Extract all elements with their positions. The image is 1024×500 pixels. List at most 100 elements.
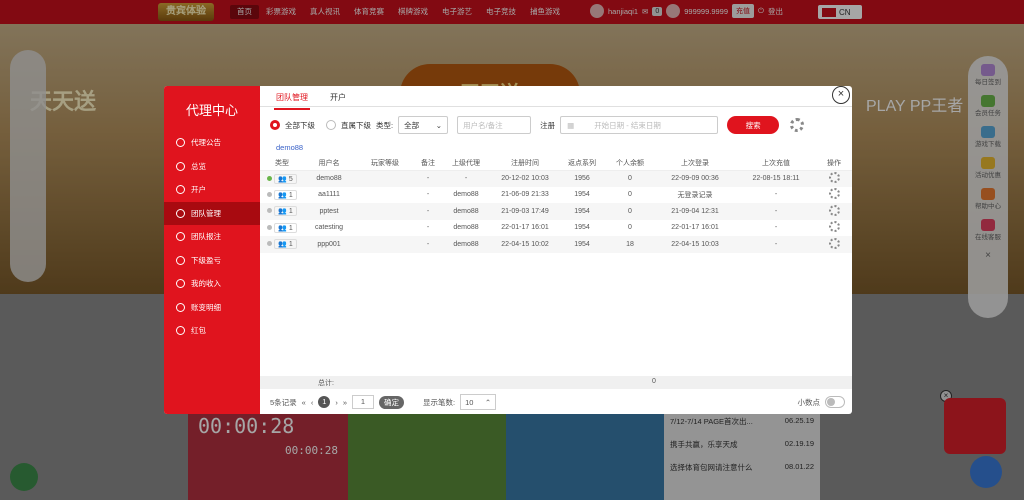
goto-button[interactable]: 确定	[379, 395, 405, 409]
sidebar-item-open-account[interactable]: 开户	[164, 178, 260, 202]
search-button[interactable]: 搜索	[727, 116, 780, 134]
sidebar-item-notice[interactable]: 代理公告	[164, 131, 260, 155]
row-settings-gear-icon[interactable]	[828, 237, 840, 249]
note-cell: -	[426, 224, 430, 232]
parent-cell: demo88	[440, 203, 492, 220]
row-settings-gear-icon[interactable]	[828, 204, 840, 216]
reg-time-cell: 21-09-03 17:49	[492, 203, 558, 220]
agent-sidebar: 代理中心 代理公告 总览 开户 团队管理 团队报注 下级盈亏 我的收入 账变明细…	[164, 86, 260, 414]
type-label: 类型:	[376, 120, 394, 130]
tab-open-account[interactable]: 开户	[328, 90, 348, 110]
bets-icon	[176, 232, 185, 242]
table-row: 👥 1 aa1111 - demo88 21-06-09 21:33 1954 0 无登录记录…	[260, 187, 852, 204]
sidebar-item-team-management[interactable]: 团队管理	[164, 201, 260, 225]
member-count[interactable]: 👥 1	[274, 206, 297, 217]
last-deposit-cell: -	[774, 224, 778, 232]
tab-divider	[260, 106, 852, 107]
reg-time-cell: 21-06-09 21:33	[501, 191, 549, 199]
table-row: 👥 1 catesting - demo88 22-01-17 16:01 1954 0 22…	[260, 220, 852, 237]
reg-time-cell: 20-12-02 10:03	[492, 170, 558, 187]
date-range-picker[interactable]: ▦ 开始日期 - 结束日期	[560, 116, 719, 134]
total-label: 总计:	[318, 380, 334, 387]
balance-cell: 0	[628, 191, 632, 199]
close-icon[interactable]: ×	[832, 86, 850, 104]
member-count[interactable]: 👥 1	[274, 239, 297, 250]
username-input[interactable]: 用户名/备注	[457, 116, 532, 134]
col-parent: 上级代理	[440, 156, 492, 171]
row-settings-gear-icon[interactable]	[828, 188, 840, 200]
col-type: 类型	[260, 156, 304, 171]
type-cell: 👥 5	[260, 170, 304, 187]
radio-all-subordinates[interactable]	[270, 120, 280, 130]
actions-cell	[816, 236, 852, 253]
username-cell: catesting	[314, 224, 344, 232]
col-rebate: 返点系列	[558, 156, 606, 171]
sidebar-item-transactions[interactable]: 账变明细	[164, 296, 260, 320]
total-value: 0	[652, 378, 656, 385]
reg-time-cell: 22-04-15 10:02	[492, 236, 558, 253]
actions-cell	[816, 187, 852, 204]
goto-page-input[interactable]: 1	[352, 395, 375, 409]
page-number[interactable]: 1	[318, 396, 331, 408]
actions-cell	[816, 220, 852, 237]
decimal-toggle[interactable]	[825, 396, 845, 408]
rebate-link[interactable]: 1954	[558, 220, 606, 237]
level-cell	[354, 170, 416, 187]
col-level[interactable]: 玩家等级	[354, 156, 416, 171]
tab-team-management[interactable]: 团队管理	[274, 90, 310, 110]
status-dot	[267, 191, 273, 197]
parent-cell: -	[440, 170, 492, 187]
page-size-select[interactable]: 10 ⌃	[460, 394, 497, 410]
first-page-icon[interactable]: «	[302, 398, 306, 407]
last-login-cell: 22-09-09 00:36	[654, 170, 736, 187]
rebate-link[interactable]: 1954	[558, 203, 606, 220]
status-dot	[267, 208, 273, 214]
sidebar-item-income[interactable]: 我的收入	[164, 272, 260, 296]
col-actions: 操作	[816, 156, 852, 171]
member-count[interactable]: 👥 5	[274, 173, 297, 184]
col-last-deposit[interactable]: 上次充值	[736, 156, 816, 171]
actions-cell	[816, 170, 852, 187]
decimal-label: 小数点	[797, 397, 821, 407]
col-balance[interactable]: 个人余额	[606, 156, 654, 171]
sidebar-item-overview[interactable]: 总览	[164, 155, 260, 179]
balance-cell: 0	[628, 224, 632, 232]
rebate-link[interactable]: 1956	[558, 170, 606, 187]
actions-cell	[816, 203, 852, 220]
member-count[interactable]: 👥 1	[274, 189, 297, 200]
member-count[interactable]: 👥 1	[274, 222, 297, 233]
last-deposit-cell: 22-08-15 18:11	[736, 170, 816, 187]
level-cell	[354, 187, 416, 204]
last-deposit-cell: -	[736, 236, 816, 253]
col-last-login[interactable]: 上次登录	[654, 156, 736, 171]
table-row: 👥 5 demo88- -20-12-02 10:03 1956 0 22-09-09 0…	[260, 170, 852, 187]
prev-page-icon[interactable]: ‹	[311, 398, 314, 407]
username-cell: pptest	[304, 203, 354, 220]
settings-gear-icon[interactable]	[790, 118, 805, 132]
rebate-link[interactable]: 1954	[558, 236, 606, 253]
sidebar-item-team-bets[interactable]: 团队报注	[164, 225, 260, 249]
note-cell: -	[426, 191, 430, 199]
radio-direct-subordinates[interactable]	[326, 120, 336, 130]
chevron-up-icon: ⌃	[484, 397, 492, 407]
sidebar-item-red-packet[interactable]: 红包	[164, 319, 260, 343]
last-page-icon[interactable]: »	[343, 398, 347, 407]
sidebar-item-sub-profit[interactable]: 下级盈亏	[164, 249, 260, 273]
col-username[interactable]: 用户名	[304, 156, 354, 171]
col-reg-time[interactable]: 注册时间	[492, 156, 558, 171]
modal-title: 代理中心	[185, 103, 238, 118]
row-settings-gear-icon[interactable]	[828, 172, 840, 183]
row-settings-gear-icon[interactable]	[828, 221, 840, 233]
note-cell: -	[416, 170, 440, 187]
type-cell: 👥 1	[260, 187, 304, 204]
type-cell: 👥 1	[260, 203, 304, 220]
level-cell	[354, 203, 416, 220]
username-cell: aa1111	[318, 191, 340, 199]
filter-bar: 全部下级 直属下级 类型: 全部 ⌄ 用户名/备注 注册 ▦ 开始日期 - 结束…	[270, 115, 850, 135]
reg-time-cell: 22-01-17 16:01	[501, 224, 549, 232]
rebate-link[interactable]: 1954	[558, 187, 606, 204]
type-select[interactable]: 全部 ⌄	[398, 116, 449, 134]
next-page-icon[interactable]: ›	[335, 398, 338, 407]
breadcrumb[interactable]: demo88	[276, 143, 303, 152]
radio-all-label: 全部下级	[285, 120, 315, 130]
